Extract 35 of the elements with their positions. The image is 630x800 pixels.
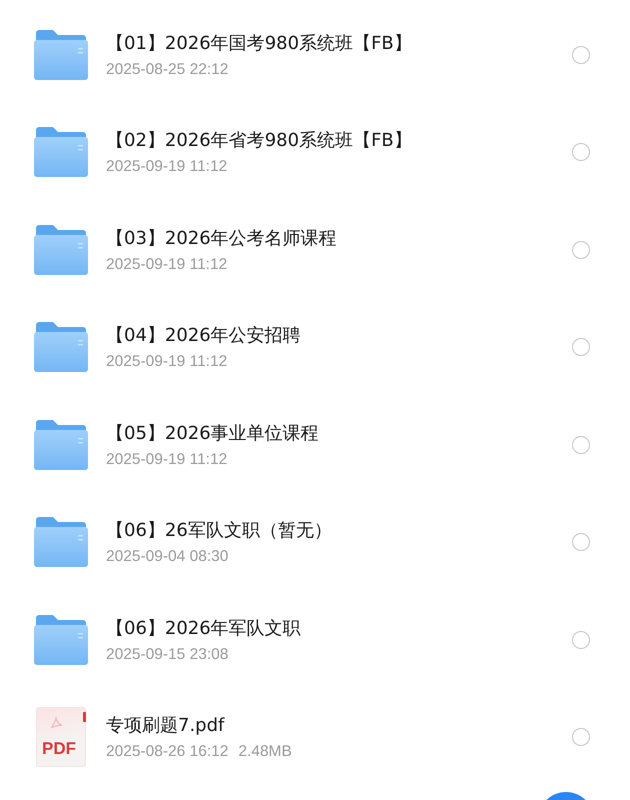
select-radio[interactable] [572,240,590,259]
folder-name: 【01】2026年国考980系统班【FB】 [106,32,413,55]
modified-date: 2025-09-04 08:30 [106,548,228,566]
folder-icon [34,127,88,178]
corner-tab-icon [83,712,86,722]
folder-icon [34,322,88,372]
modified-date: 2025-08-26 16:12 [106,743,228,762]
modified-date: 2025-09-19 11:12 [106,158,228,176]
modified-date: 2025-08-25 22:12 [106,60,228,79]
acrobat-symbol-icon [49,716,63,730]
folder-icon [34,30,88,80]
modified-date: 2025-09-19 11:12 [106,450,228,469]
file-name: 专项刷题7.pdf [106,714,226,738]
folder-name: 【02】2026年省考980系统班【FB】 [106,129,413,152]
select-radio[interactable] [572,630,590,649]
folder-icon [34,224,88,275]
select-radio[interactable] [572,533,590,552]
file-size: 2.48MB [238,743,292,762]
select-radio[interactable] [572,143,590,162]
select-radio[interactable] [572,436,590,454]
modified-date: 2025-09-19 11:12 [106,353,228,372]
select-radio[interactable] [572,338,590,356]
folder-icon [34,517,88,568]
modified-date: 2025-09-19 11:12 [106,256,228,274]
folder-icon [34,420,88,470]
folder-icon [34,614,88,665]
folder-name: 【06】2026年军队文职 [106,616,302,640]
folder-name: 【06】26军队文职（暂无） [106,519,333,542]
modified-date: 2025-09-15 23:08 [106,646,228,664]
pdf-label: PDF [42,739,76,760]
folder-name: 【05】2026事业单位课程 [106,422,320,445]
select-radio[interactable] [572,728,590,746]
folder-name: 【04】2026年公安招聘 [106,324,302,348]
folder-name: 【03】2026年公考名师课程 [106,226,338,250]
select-radio[interactable] [572,46,590,64]
